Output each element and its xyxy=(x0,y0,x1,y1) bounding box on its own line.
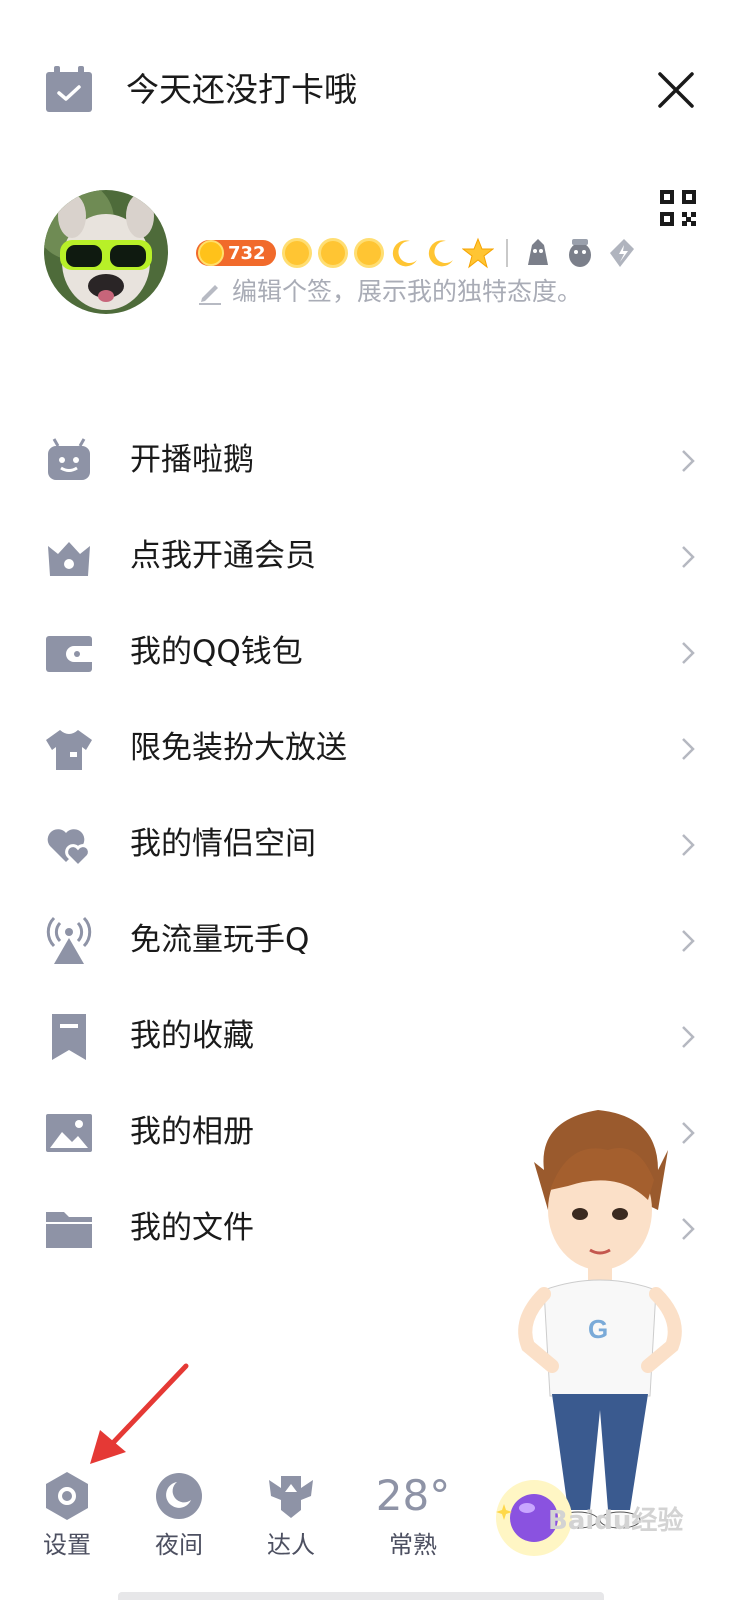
moon-icon xyxy=(392,240,417,267)
chevron-right-icon xyxy=(682,642,695,664)
chevron-right-icon xyxy=(682,1026,695,1048)
game-penguin-badge-icon xyxy=(568,239,591,267)
pencil-icon xyxy=(199,285,221,305)
weather-city: 常熟 xyxy=(389,1531,437,1559)
menu-item-label: 我的文件 xyxy=(130,1210,254,1246)
qr-code-icon[interactable] xyxy=(660,190,696,226)
menu-item-label: 我的相册 xyxy=(130,1114,254,1150)
menu-item-wallet[interactable]: 我的QQ钱包 xyxy=(0,604,738,700)
game-lightning-badge-icon xyxy=(609,239,634,267)
moon-icon xyxy=(428,240,453,267)
sun-icon xyxy=(281,238,312,268)
menu-item-label: 我的收藏 xyxy=(130,1018,254,1054)
avatar[interactable] xyxy=(44,190,168,314)
chevron-right-icon xyxy=(682,834,695,856)
coin-level-badge: 732 xyxy=(196,240,276,266)
hearts-icon xyxy=(47,829,91,869)
menu-item-label: 我的QQ钱包 xyxy=(130,634,303,670)
menu-item-label: 开播啦鹅 xyxy=(130,442,254,478)
weather-widget[interactable]: 28° 常熟 xyxy=(368,1470,458,1560)
settings-button[interactable]: 设置 xyxy=(22,1470,112,1560)
badge-divider xyxy=(505,239,508,267)
menu-item-dressup[interactable]: 限免装扮大放送 xyxy=(0,700,738,796)
hexagon-settings-icon xyxy=(46,1472,88,1520)
coin-icon xyxy=(198,240,224,266)
chevron-right-icon xyxy=(682,546,695,568)
menu-item-free-data[interactable]: 免流量玩手Q xyxy=(0,892,738,988)
calendar-check-icon[interactable] xyxy=(44,66,94,114)
watermark: Baidu经验 xyxy=(548,1506,684,1536)
home-indicator xyxy=(118,1592,604,1600)
chevron-right-icon xyxy=(682,450,695,472)
coin-level-value: 732 xyxy=(228,242,266,264)
cartoon-character: G xyxy=(518,1110,682,1529)
chevron-right-icon xyxy=(682,738,695,760)
signature-editor[interactable]: 编辑个签，展示我的独特态度。 xyxy=(196,276,582,308)
menu-item-label: 免流量玩手Q xyxy=(130,922,310,958)
menu-item-label: 点我开通会员 xyxy=(130,538,316,574)
chevron-right-icon xyxy=(682,930,695,952)
signature-placeholder: 编辑个签，展示我的独特态度。 xyxy=(232,277,583,306)
signal-tower-icon xyxy=(46,916,92,964)
game-penguin-badge-icon xyxy=(527,239,548,265)
annotation-arrow xyxy=(90,1363,189,1464)
close-icon[interactable] xyxy=(656,70,696,110)
talent-label: 达人 xyxy=(267,1531,315,1559)
sun-icon xyxy=(353,238,384,268)
bookmark-icon xyxy=(52,1014,86,1060)
crown-icon xyxy=(48,542,90,576)
winged-badge-icon xyxy=(269,1476,313,1518)
menu-item-label: 限免装扮大放送 xyxy=(130,730,347,766)
menu-item-live-penguin[interactable]: 开播啦鹅 xyxy=(0,412,738,508)
shirt-icon xyxy=(46,730,92,770)
wallet-icon xyxy=(46,636,92,672)
night-label: 夜间 xyxy=(155,1531,203,1559)
star-icon xyxy=(461,237,494,269)
sun-icon xyxy=(317,238,348,268)
svg-text:G: G xyxy=(588,1314,608,1344)
checkin-prompt[interactable]: 今天还没打卡哦 xyxy=(126,68,357,112)
folder-icon xyxy=(46,1212,92,1248)
night-mode-button[interactable]: 夜间 xyxy=(134,1470,224,1560)
menu-item-label: 我的情侣空间 xyxy=(130,826,316,862)
menu-item-favorites[interactable]: 我的收藏 xyxy=(0,988,738,1084)
weather-temperature: 28° xyxy=(375,1471,451,1520)
moon-night-icon xyxy=(156,1473,202,1519)
level-badges[interactable]: 732 xyxy=(196,234,640,272)
photo-icon xyxy=(46,1114,92,1152)
settings-label: 设置 xyxy=(43,1531,91,1559)
menu-item-vip[interactable]: 点我开通会员 xyxy=(0,508,738,604)
talent-button[interactable]: 达人 xyxy=(246,1470,336,1560)
tv-robot-icon xyxy=(48,438,90,480)
menu-item-couple-space[interactable]: 我的情侣空间 xyxy=(0,796,738,892)
